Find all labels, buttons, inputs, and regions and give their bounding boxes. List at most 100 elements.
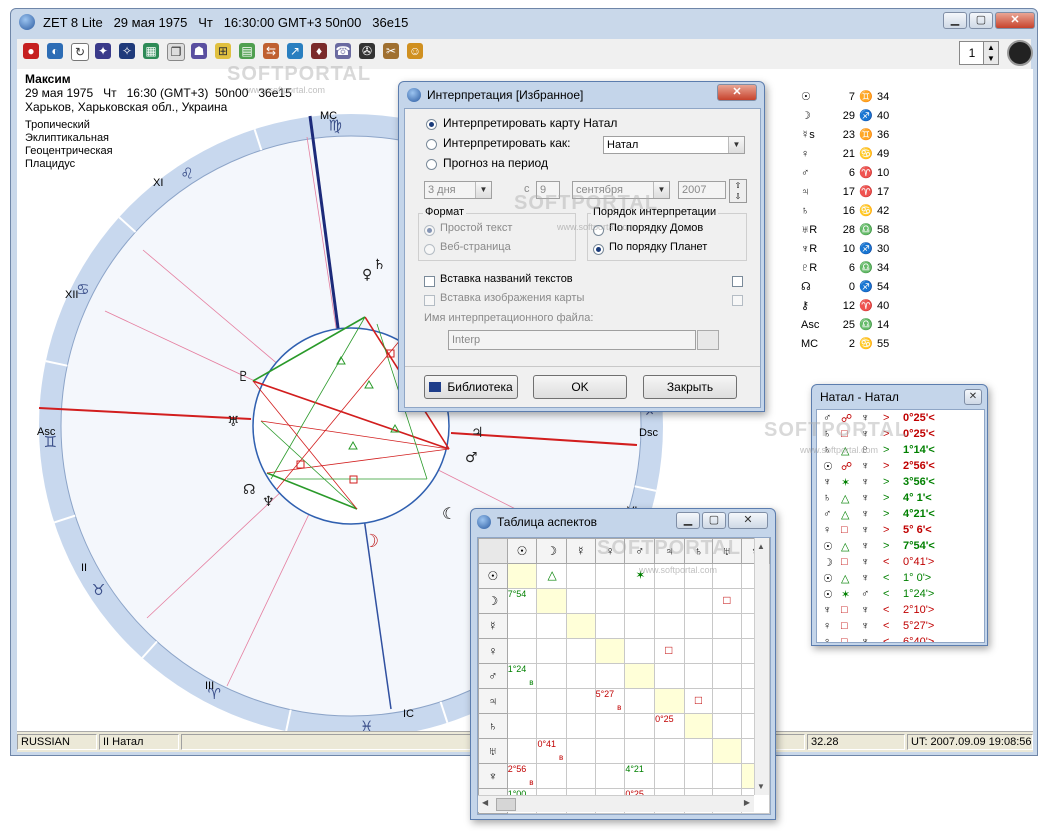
aspect-cell[interactable]: 4°21 <box>624 763 656 789</box>
vertical-scrollbar[interactable]: ▲ ▼ <box>754 538 769 795</box>
person-icon[interactable]: ☺ <box>407 43 423 59</box>
aspect-cell[interactable] <box>683 638 714 664</box>
aspect-cell[interactable]: 0°25 <box>654 713 685 739</box>
close-button[interactable]: ✕ <box>728 512 768 529</box>
aspect-cell[interactable] <box>594 713 626 739</box>
aspect-cell[interactable]: □ <box>683 688 714 714</box>
aspect-cell[interactable] <box>683 713 714 739</box>
compass-icon[interactable]: ✇ <box>359 43 375 59</box>
aspect-cell[interactable] <box>536 613 568 639</box>
aspect-cell[interactable] <box>594 588 626 614</box>
radio-order-planets[interactable] <box>593 244 604 255</box>
aspect-cell[interactable] <box>536 638 568 664</box>
aspect-cell[interactable] <box>654 588 685 614</box>
aspect-list-item[interactable]: ♀ □ ♆ >5° 6'< <box>821 522 967 538</box>
page-spinner[interactable]: ▲ ▼ <box>983 41 999 65</box>
power-icon[interactable] <box>1007 40 1033 66</box>
aspect-cell[interactable] <box>624 638 656 664</box>
interpret-as-select[interactable]: Натал ▼ <box>603 136 745 154</box>
aspect-cell[interactable] <box>683 663 714 689</box>
people-icon[interactable]: ☗ <box>191 43 207 59</box>
aspect-cell[interactable] <box>594 738 626 764</box>
aspect-cell[interactable]: △ <box>536 563 568 589</box>
aspect-cell[interactable] <box>712 713 742 739</box>
scroll-thumb[interactable] <box>496 798 516 811</box>
stars-icon[interactable]: ✦ <box>95 43 111 59</box>
table-icon[interactable]: ▤ <box>239 43 255 59</box>
copy-icon[interactable]: ❐ <box>167 43 185 61</box>
aspect-cell[interactable] <box>566 738 596 764</box>
transit-icon[interactable]: ↗ <box>287 43 303 59</box>
aspect-cell[interactable]: 7°54 <box>506 588 538 614</box>
aspect-list-item[interactable]: ♆ □ ♆ <2°10'> <box>821 602 967 618</box>
library-button[interactable]: Библиотека <box>424 375 518 399</box>
stop-icon[interactable]: ● <box>23 43 39 59</box>
aspect-cell[interactable] <box>624 588 656 614</box>
aspect-list-item[interactable]: ☉ △ ♆ >7°54'< <box>821 538 967 554</box>
aspect-cell[interactable]: □ <box>654 638 685 664</box>
aspect-cell[interactable] <box>654 763 685 789</box>
aspect-cell[interactable] <box>566 588 596 614</box>
aspect-list-item[interactable]: ♄ △ ♆ >4° 1'< <box>821 490 967 506</box>
maximize-button[interactable]: ▢ <box>702 512 726 529</box>
aspect-cell[interactable] <box>624 663 656 689</box>
aspect-cell[interactable] <box>506 738 538 764</box>
aspect-cell[interactable] <box>594 663 626 689</box>
aspect-cell[interactable] <box>654 688 685 714</box>
aspect-list-item[interactable]: ♂ △ ♆ >4°21'< <box>821 506 967 522</box>
close-button[interactable]: ✕ <box>995 12 1035 29</box>
aspect-cell[interactable] <box>654 738 685 764</box>
from-year-field[interactable]: 2007 <box>678 181 726 199</box>
aspect-cell[interactable] <box>624 688 656 714</box>
cards-icon[interactable]: ♦ <box>311 43 327 59</box>
file-name-field[interactable]: Interp <box>448 330 696 350</box>
night-sky-icon[interactable]: ✧ <box>119 43 135 59</box>
aspect-cell[interactable] <box>566 713 596 739</box>
aspect-cell[interactable] <box>712 663 742 689</box>
scroll-up-icon[interactable]: ▲ <box>757 542 765 551</box>
aspect-list-item[interactable]: ♀ □ ♆ <6°40'> <box>821 634 967 642</box>
checkbox-titles[interactable] <box>424 276 435 287</box>
minimize-button[interactable]: ▁ <box>943 12 967 29</box>
radio-interpret-as[interactable] <box>426 139 437 150</box>
radio-format-web[interactable] <box>424 244 435 255</box>
arrows-icon[interactable]: ⇆ <box>263 43 279 59</box>
ok-button[interactable]: OK <box>533 375 627 399</box>
aspect-cell[interactable] <box>566 763 596 789</box>
radio-interpret-natal[interactable] <box>426 119 437 130</box>
aspect-list-item[interactable]: ☉ ☍ ♆ >2°56'< <box>821 458 967 474</box>
title-bar[interactable]: ZET 8 Lite 29 мая 1975 Чт 16:30:00 GMT+3… <box>11 9 1037 37</box>
aspect-cell[interactable] <box>566 663 596 689</box>
aspect-cell[interactable] <box>624 713 656 739</box>
aspect-cell[interactable] <box>712 638 742 664</box>
aspect-cell[interactable]: □ <box>712 588 742 614</box>
globe-icon[interactable]: ◐ <box>47 43 63 59</box>
aspect-cell[interactable] <box>506 688 538 714</box>
aspect-cell[interactable] <box>683 763 714 789</box>
year-spinner[interactable]: ⇧ ⇩ <box>729 179 747 203</box>
scroll-right-icon[interactable]: ▶ <box>744 798 750 807</box>
aspect-cell[interactable] <box>506 638 538 664</box>
period-select[interactable]: 3 дня ▼ <box>424 181 492 199</box>
aspect-cell[interactable] <box>536 763 568 789</box>
aspect-cell[interactable] <box>683 613 714 639</box>
aspect-cell[interactable]: 5°27 в <box>594 688 626 714</box>
aspect-cell[interactable] <box>624 613 656 639</box>
horizontal-scrollbar[interactable]: ◀ ▶ <box>478 795 754 812</box>
aspect-list-item[interactable]: ♆ ✶ ♆ >3°56'< <box>821 474 967 490</box>
checkbox-image-right[interactable] <box>732 295 743 306</box>
checkbox-image[interactable] <box>424 295 435 306</box>
aspect-cell[interactable] <box>506 713 538 739</box>
aspect-cell[interactable] <box>624 738 656 764</box>
checkbox-titles-right[interactable] <box>732 276 743 287</box>
aspect-cell[interactable] <box>654 663 685 689</box>
aspect-cell[interactable] <box>506 563 538 589</box>
aspect-cell[interactable] <box>683 588 714 614</box>
minimize-button[interactable]: ▁ <box>676 512 700 529</box>
aspect-list-item[interactable]: ☉ △ ♆ <1° 0'> <box>821 570 967 586</box>
phone-icon[interactable]: ☎ <box>335 43 351 59</box>
page-number-field[interactable]: 1 <box>959 41 985 65</box>
aspect-cell[interactable]: 2°56 в <box>506 763 538 789</box>
aspect-cell[interactable] <box>594 613 626 639</box>
chart-icon[interactable]: ▦ <box>143 43 159 59</box>
